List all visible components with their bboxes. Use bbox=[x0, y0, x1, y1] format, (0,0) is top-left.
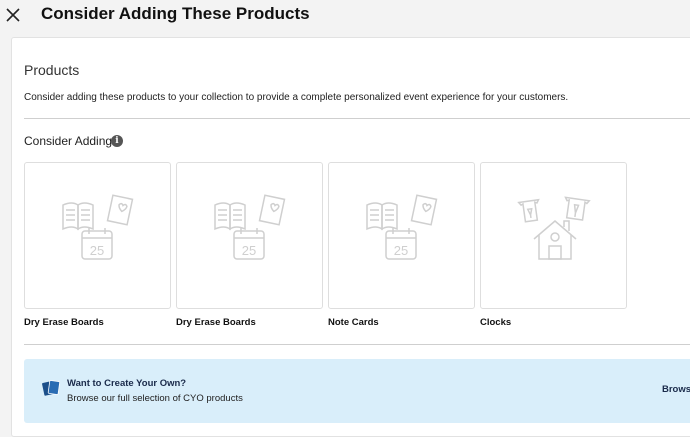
banner-subtitle: Browse our full selection of CYO product… bbox=[67, 393, 243, 404]
cyo-banner: Want to Create Your Own? Browse our full… bbox=[24, 359, 690, 423]
calendar-day-label: 25 bbox=[242, 243, 256, 258]
product-card-dry-erase-boards-2[interactable]: 25 bbox=[176, 162, 323, 309]
consider-adding-label: Consider Adding bbox=[24, 134, 113, 148]
section-description: Consider adding these products to your c… bbox=[24, 92, 569, 103]
close-icon[interactable] bbox=[4, 6, 22, 24]
product-card-dry-erase-boards-1[interactable]: 25 bbox=[24, 162, 171, 309]
browse-cyo-link[interactable]: Browse C bbox=[662, 384, 690, 395]
product-label: Clocks bbox=[480, 317, 512, 328]
calendar-day-label: 25 bbox=[90, 243, 104, 258]
banner-title: Want to Create Your Own? bbox=[67, 378, 187, 389]
product-label: Note Cards bbox=[328, 317, 379, 328]
products-panel: Products Consider adding these products … bbox=[11, 37, 690, 437]
divider bbox=[24, 344, 690, 345]
divider bbox=[24, 118, 690, 119]
product-label: Dry Erase Boards bbox=[24, 317, 104, 328]
product-card-clocks[interactable] bbox=[480, 162, 627, 309]
section-title: Products bbox=[24, 62, 80, 78]
info-icon[interactable]: i bbox=[111, 135, 123, 147]
product-card-note-cards[interactable]: 25 bbox=[328, 162, 475, 309]
calendar-day-label: 25 bbox=[394, 243, 408, 258]
product-label: Dry Erase Boards bbox=[176, 317, 256, 328]
cyo-cards-icon bbox=[41, 379, 61, 402]
modal-title: Consider Adding These Products bbox=[41, 4, 310, 23]
modal-header: Consider Adding These Products bbox=[0, 0, 690, 32]
